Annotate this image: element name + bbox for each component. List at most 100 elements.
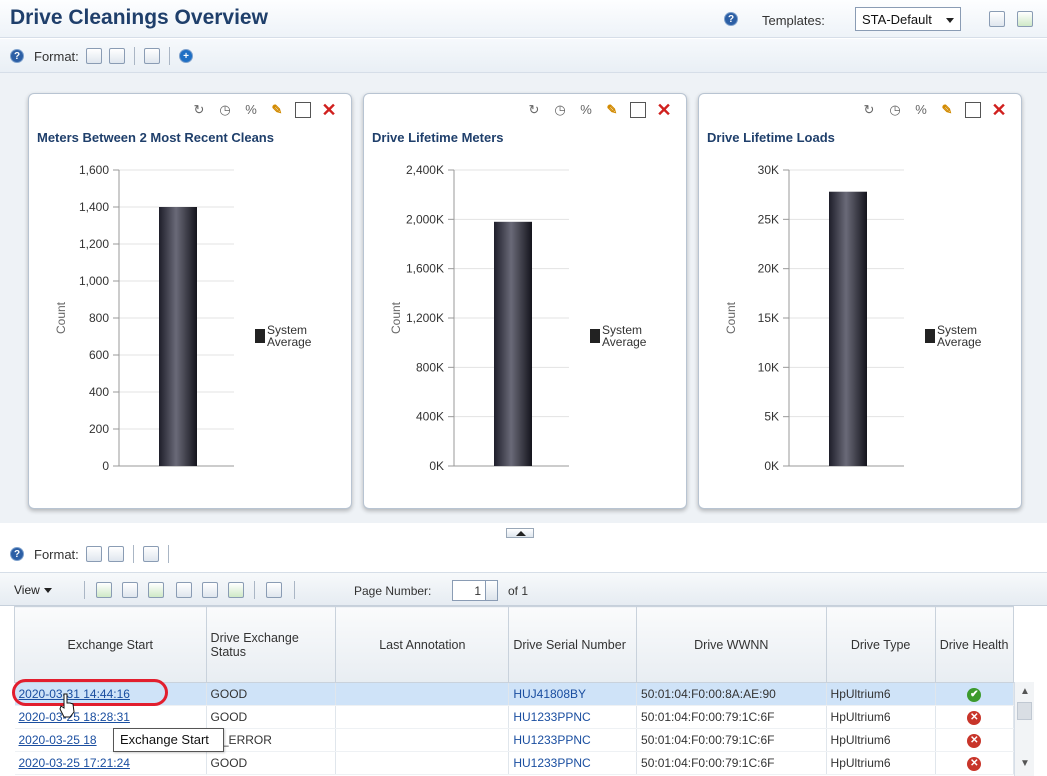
bar xyxy=(159,207,197,466)
y-tick-label: 1,400 xyxy=(79,200,109,214)
close-icon[interactable]: ✕ xyxy=(656,101,672,119)
maximize-icon[interactable] xyxy=(965,102,981,118)
exchange-start-link[interactable]: 2020-03-25 18 xyxy=(19,733,97,747)
column-header[interactable]: Drive Serial Number xyxy=(508,606,638,683)
column-header[interactable]: Drive Type xyxy=(825,606,936,683)
tooltip: Exchange Start xyxy=(113,728,224,752)
column-header[interactable]: Last Annotation xyxy=(335,606,510,683)
y-tick-label: 1,000 xyxy=(79,274,109,288)
bar xyxy=(494,221,532,466)
scroll-down-icon[interactable]: ▼ xyxy=(1020,758,1030,769)
column-header[interactable]: Drive WWNN xyxy=(636,606,827,683)
error-icon: ✕ xyxy=(967,711,982,725)
y-tick-label: 400 xyxy=(89,385,109,399)
charts-area: ↻ ◷ % ✎ ✕ Meters Between 2 Most Recent C… xyxy=(0,73,1047,523)
drive-type-cell: HpUltrium6 xyxy=(826,682,936,706)
drive-health-cell: ✕ xyxy=(935,751,1015,775)
layout-grid-icon[interactable] xyxy=(86,48,102,64)
edit-icon[interactable]: ✎ xyxy=(269,102,285,118)
exchange-start-cell[interactable]: 2020-03-25 18:28:31 xyxy=(14,705,207,729)
layout-rows-icon[interactable] xyxy=(109,48,125,64)
drive-type-cell: HpUltrium6 xyxy=(826,705,936,729)
chart-title: Drive Lifetime Loads xyxy=(707,130,835,145)
y-tick-label: 600 xyxy=(89,348,109,362)
maximize-icon[interactable] xyxy=(266,582,282,598)
list-view-icon[interactable] xyxy=(86,546,102,562)
print-icon[interactable] xyxy=(143,546,159,562)
help-icon[interactable]: ? xyxy=(724,12,738,26)
refresh-icon[interactable]: ↻ xyxy=(191,102,207,118)
maximize-icon[interactable] xyxy=(295,102,311,118)
close-icon[interactable]: ✕ xyxy=(321,101,337,119)
serial-number-cell: HU1233PPNC xyxy=(508,705,638,729)
close-icon[interactable]: ✕ xyxy=(991,101,1007,119)
chart-panel: ↻ ◷ % ✎ ✕ Meters Between 2 Most Recent C… xyxy=(28,93,352,509)
drive-health-cell: ✕ xyxy=(935,705,1015,729)
scroll-up-icon[interactable]: ▲ xyxy=(1020,686,1030,697)
divider xyxy=(254,581,255,599)
percent-icon[interactable]: % xyxy=(243,102,259,118)
refresh-icon[interactable]: ↻ xyxy=(526,102,542,118)
charts-format-bar: ? Format: + xyxy=(0,39,1047,73)
edit-icon[interactable]: ✎ xyxy=(604,102,620,118)
view-menu-button[interactable]: View xyxy=(14,583,52,597)
annotation-cell xyxy=(335,751,510,775)
detail-view-icon[interactable] xyxy=(108,546,124,562)
legend-swatch xyxy=(255,329,265,343)
clock-icon[interactable]: ◷ xyxy=(552,102,568,118)
percent-icon[interactable]: % xyxy=(913,102,929,118)
chart-title: Meters Between 2 Most Recent Cleans xyxy=(37,130,274,145)
scroll-thumb[interactable] xyxy=(1017,702,1032,720)
clock-icon[interactable]: ◷ xyxy=(217,102,233,118)
page-title: Drive Cleanings Overview xyxy=(10,6,268,29)
help-icon[interactable]: ? xyxy=(10,49,24,63)
divider xyxy=(168,545,169,563)
exchange-start-cell[interactable]: 2020-03-25 17:21:24 xyxy=(14,751,207,775)
y-tick-label: 1,200K xyxy=(406,311,444,325)
view-label: View xyxy=(14,583,40,597)
print-icon[interactable] xyxy=(144,48,160,64)
add-icon[interactable]: + xyxy=(179,49,193,63)
divider xyxy=(169,47,170,65)
maximize-icon[interactable] xyxy=(630,102,646,118)
column-header[interactable]: Exchange Start xyxy=(14,606,207,683)
clock-icon[interactable]: ◷ xyxy=(887,102,903,118)
table-row[interactable]: 2020-03-25 17:21:24 GOOD HU1233PPNC 50:01:0… xyxy=(14,751,1015,775)
exchange-status-cell: GOOD xyxy=(206,705,337,729)
filter-icon[interactable] xyxy=(176,582,192,598)
page-spinner[interactable] xyxy=(486,580,498,601)
export-icon[interactable] xyxy=(989,11,1005,27)
collapse-splitter[interactable] xyxy=(506,528,534,538)
edit-icon[interactable]: ✎ xyxy=(939,102,955,118)
drive-health-cell: ✔ xyxy=(935,682,1015,706)
exchange-start-link[interactable]: 2020-03-25 17:21:24 xyxy=(19,756,130,770)
annotation-cell xyxy=(335,705,510,729)
new-annotation-icon[interactable] xyxy=(122,582,138,598)
help-icon[interactable]: ? xyxy=(10,547,24,561)
page-number-input[interactable]: 1 xyxy=(452,580,486,601)
y-tick-label: 0K xyxy=(429,459,444,473)
refresh-icon[interactable]: ↻ xyxy=(861,102,877,118)
table-scrollbar[interactable]: ▲ ▼ xyxy=(1014,682,1034,776)
percent-icon[interactable]: % xyxy=(578,102,594,118)
save-icon[interactable] xyxy=(1017,11,1033,27)
divider xyxy=(134,47,135,65)
search-icon[interactable] xyxy=(228,582,244,598)
y-tick-label: 800K xyxy=(416,360,444,374)
table-row[interactable]: 2020-03-25 18:28:31 GOOD HU1233PPNC 50:01:0… xyxy=(14,705,1015,729)
export-icon[interactable] xyxy=(148,582,164,598)
clear-filter-icon[interactable] xyxy=(202,582,218,598)
format-label: Format: xyxy=(34,49,79,64)
panel-toolbar: ↻ ◷ % ✎ ✕ xyxy=(861,100,1007,120)
template-select[interactable]: STA-Default xyxy=(855,7,961,31)
wwnn-cell: 50:01:04:F0:00:79:1C:6F xyxy=(636,705,827,729)
y-axis-label: Count xyxy=(724,301,738,334)
legend-swatch xyxy=(590,329,600,343)
y-tick-label: 2,400K xyxy=(406,163,444,177)
column-header[interactable]: Drive Exchange Status xyxy=(205,606,337,683)
y-tick-label: 15K xyxy=(758,311,779,325)
legend-label: Average xyxy=(937,335,982,349)
column-header[interactable]: Drive Health xyxy=(934,606,1015,683)
chevron-down-icon xyxy=(946,18,954,23)
play-icon[interactable] xyxy=(96,582,112,598)
